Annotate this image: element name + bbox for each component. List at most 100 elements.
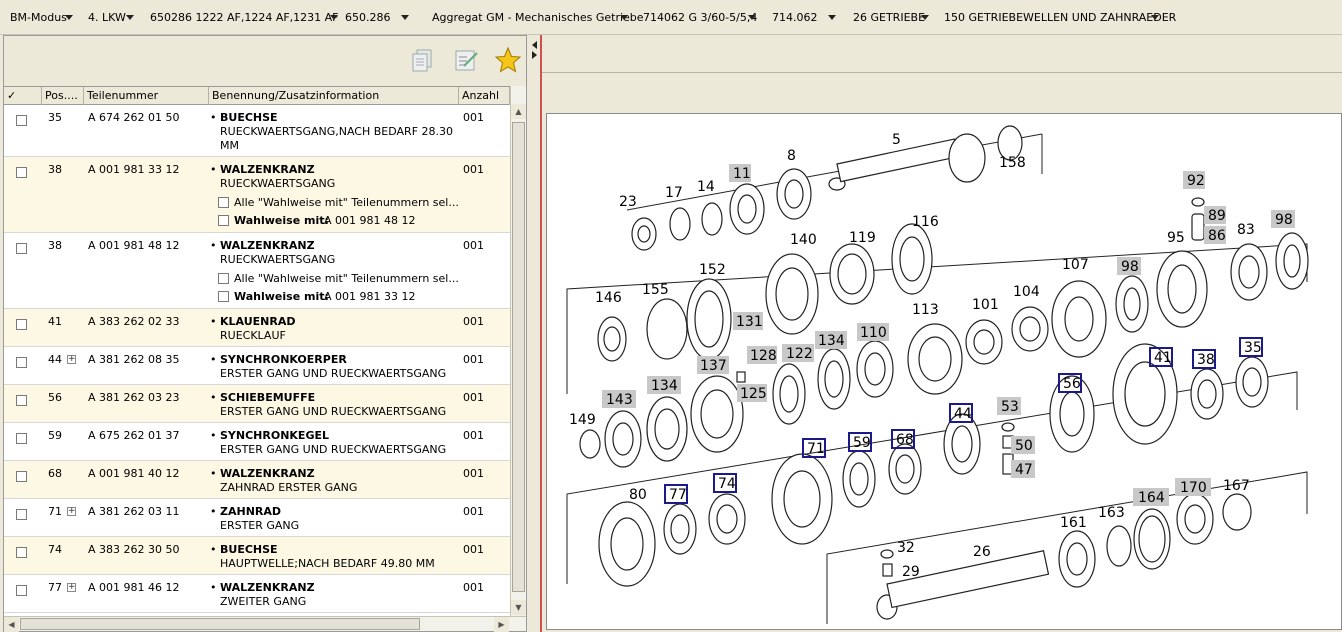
scroll-down-icon[interactable]: ▼ — [511, 600, 526, 615]
table-row[interactable]: 35 A 674 262 01 50 • BUECHSE RUECKWAERTS… — [4, 105, 510, 157]
table-row[interactable]: 59 A 675 262 01 37 • SYNCHRONKEGEL ERSTE… — [4, 423, 510, 461]
exploded-view-drawing[interactable]: 5 8 158 23 17 14 140 119 116 107 95 83 1… — [546, 113, 1342, 630]
label-122: 122 — [786, 346, 813, 362]
header-check[interactable]: ✓ — [4, 87, 42, 105]
row-position: 35 — [48, 111, 62, 124]
filter-bar: BM-Modus 4. LKW 650286 1222 AF,1224 AF,1… — [0, 0, 1342, 35]
label-71[interactable]: 71 — [807, 441, 825, 457]
vertical-scrollbar[interactable]: ▲ ▼ — [510, 86, 526, 616]
alternative-checkbox[interactable] — [218, 291, 229, 302]
aggregate-dropdown[interactable]: Aggregat GM - Mechanisches Getriebe — [432, 11, 644, 25]
row-checkbox[interactable] — [16, 433, 27, 444]
row-name: SYNCHRONKEGEL — [220, 429, 329, 442]
label-35[interactable]: 35 — [1244, 340, 1262, 356]
vehicle-class-dropdown[interactable]: 4. LKW — [88, 11, 136, 25]
row-checkbox[interactable] — [16, 471, 27, 482]
collapse-right-icon[interactable] — [532, 51, 537, 59]
copy-icon[interactable] — [408, 46, 436, 74]
scroll-left-icon[interactable]: ◀ — [4, 617, 19, 632]
label-68[interactable]: 68 — [896, 432, 914, 448]
label-77[interactable]: 77 — [669, 487, 687, 503]
row-checkbox[interactable] — [16, 509, 27, 520]
label-98: 98 — [1121, 259, 1139, 275]
row-checkbox[interactable] — [16, 243, 27, 254]
select-all-alternatives-checkbox[interactable] — [218, 273, 229, 284]
label-98: 98 — [1275, 212, 1293, 228]
table-row[interactable]: 41 A 383 262 02 33 • KLAUENRAD RUECKLAUF… — [4, 309, 510, 347]
star-icon[interactable] — [494, 46, 522, 74]
horizontal-scrollbar[interactable]: ◀ ▶ — [4, 616, 526, 632]
model-code-label: 650.286 — [345, 11, 391, 24]
label-38[interactable]: 38 — [1197, 352, 1215, 368]
row-part-number: A 001 981 40 12 — [88, 467, 180, 480]
chevron-down-icon — [1151, 15, 1159, 20]
select-all-alternatives-label: Alle "Wahlweise mit" Teilenummern sel... — [234, 272, 459, 285]
header-description[interactable]: Benennung/Zusatzinformation — [209, 87, 459, 105]
row-info: RUECKWAERTSGANG — [220, 177, 336, 190]
expand-icon[interactable]: + — [67, 583, 76, 592]
table-row[interactable]: 68 A 001 981 40 12 • WALZENKRANZ ZAHNRAD… — [4, 461, 510, 499]
row-info: ERSTER GANG — [220, 519, 300, 532]
row-checkbox[interactable] — [16, 357, 27, 368]
label-74[interactable]: 74 — [718, 476, 736, 492]
aggregate-label: Aggregat GM - Mechanisches Getriebe — [432, 11, 644, 24]
scroll-right-icon[interactable]: ▶ — [494, 617, 509, 632]
bullet-icon: • — [210, 429, 217, 442]
expand-icon[interactable]: + — [67, 355, 76, 364]
row-position: 59 — [48, 429, 62, 442]
row-position: 41 — [48, 315, 62, 328]
model-dropdown[interactable]: 650286 1222 AF,1224 AF,1231 AF — [150, 11, 340, 25]
row-checkbox[interactable] — [16, 395, 27, 406]
row-info: ZAHNRAD ERSTER GANG — [220, 481, 358, 494]
table-row[interactable]: 38 A 001 981 33 12 • WALZENKRANZ RUECKWA… — [4, 157, 510, 233]
scroll-thumb[interactable] — [20, 618, 420, 630]
row-checkbox[interactable] — [16, 319, 27, 330]
header-quantity[interactable]: Anzahl — [459, 87, 510, 105]
transmission-code-dropdown[interactable]: 714.062 — [772, 11, 838, 25]
label-170: 170 — [1180, 480, 1207, 496]
exploded-view-svg: 5 8 158 23 17 14 140 119 116 107 95 83 1… — [566, 125, 1309, 624]
group-dropdown[interactable]: 26 GETRIEBE — [853, 11, 933, 25]
table-row[interactable]: 44 + A 381 262 08 35 • SYNCHRONKOERPER E… — [4, 347, 510, 385]
edit-list-icon[interactable] — [452, 46, 480, 74]
label-41[interactable]: 41 — [1154, 350, 1172, 366]
subgroup-dropdown[interactable]: 150 GETRIEBEWELLEN UND ZAHNRAEDER — [944, 11, 1176, 25]
header-position[interactable]: Pos.... — [42, 87, 84, 105]
row-part-number: A 383 262 02 33 — [88, 315, 180, 328]
table-row[interactable]: 71 + A 381 262 03 11 • ZAHNRAD ERSTER GA… — [4, 499, 510, 537]
label-44[interactable]: 44 — [954, 406, 972, 422]
row-checkbox[interactable] — [16, 585, 27, 596]
label-137: 137 — [700, 358, 727, 374]
row-name: WALZENKRANZ — [220, 467, 315, 480]
mode-dropdown[interactable]: BM-Modus — [10, 11, 76, 25]
row-quantity: 001 — [463, 111, 484, 124]
model-code-dropdown[interactable]: 650.286 — [345, 11, 411, 25]
label-134: 134 — [818, 333, 845, 349]
label-158: 158 — [999, 155, 1026, 171]
row-info: RUECKWAERTSGANG,NACH BEDARF 28.30 — [220, 125, 454, 138]
table-row[interactable]: 38 A 001 981 48 12 • WALZENKRANZ RUECKWA… — [4, 233, 510, 309]
row-part-number: A 381 262 03 11 — [88, 505, 180, 518]
label-56[interactable]: 56 — [1063, 376, 1081, 392]
label-5: 5 — [892, 132, 901, 148]
row-name: WALZENKRANZ — [220, 581, 315, 594]
table-row[interactable]: 74 A 383 262 30 50 • BUECHSE HAUPTWELLE;… — [4, 537, 510, 575]
scroll-thumb[interactable] — [512, 122, 525, 592]
header-part-number[interactable]: Teilenummer — [84, 87, 209, 105]
transmission-dropdown[interactable]: 714062 G 3/60-5/5,4 — [643, 11, 759, 25]
row-checkbox[interactable] — [16, 167, 27, 178]
scroll-up-icon[interactable]: ▲ — [511, 104, 526, 119]
alternative-checkbox[interactable] — [218, 215, 229, 226]
collapse-left-icon[interactable] — [532, 41, 537, 49]
chevron-down-icon — [330, 15, 338, 20]
expand-icon[interactable]: + — [67, 507, 76, 516]
row-checkbox[interactable] — [16, 547, 27, 558]
panel-splitter[interactable] — [530, 35, 540, 632]
select-all-alternatives-checkbox[interactable] — [218, 197, 229, 208]
row-name: SYNCHRONKOERPER — [220, 353, 347, 366]
table-row[interactable]: 56 A 381 262 03 23 • SCHIEBEMUFFE ERSTER… — [4, 385, 510, 423]
label-59[interactable]: 59 — [853, 435, 871, 451]
label-101: 101 — [972, 297, 999, 313]
row-checkbox[interactable] — [16, 115, 27, 126]
table-row[interactable]: 77 + A 001 981 46 12 • WALZENKRANZ ZWEIT… — [4, 575, 510, 613]
